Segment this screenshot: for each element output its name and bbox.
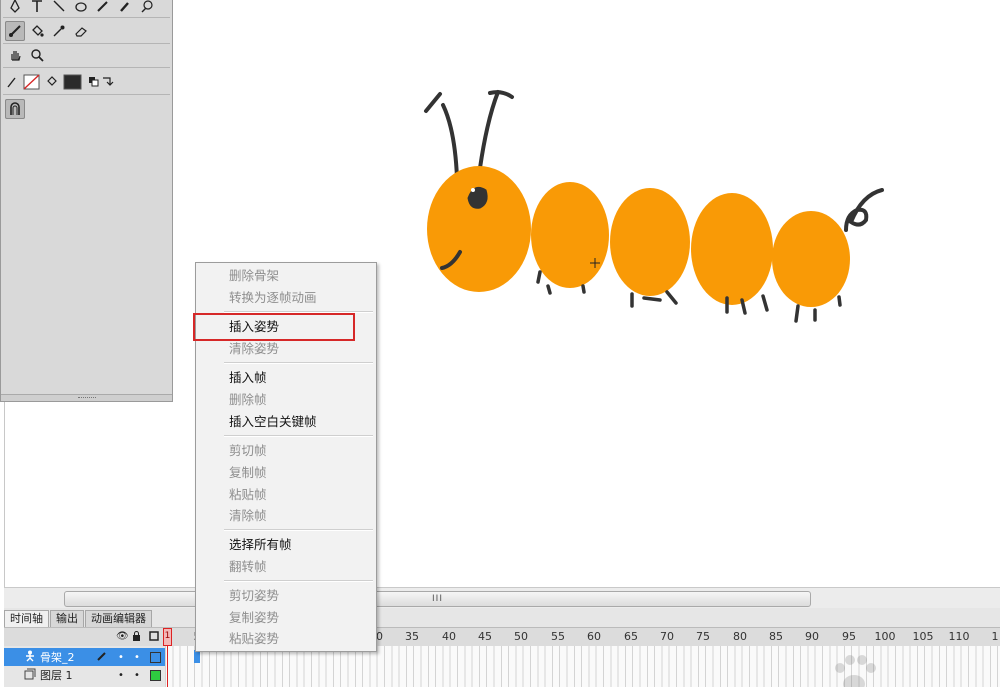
layer-color-swatch[interactable] xyxy=(150,651,161,663)
armature-layer-icon xyxy=(24,650,36,665)
frame-number: 75 xyxy=(696,630,710,643)
stage-canvas[interactable] xyxy=(0,0,1000,590)
menu-separator xyxy=(224,580,373,582)
frame-number: 85 xyxy=(769,630,783,643)
caterpillar-body xyxy=(427,166,850,307)
frame-number: 110 xyxy=(948,630,970,643)
menu-item[interactable]: 清除帧 xyxy=(229,507,267,525)
layer-name: 骨架_2 xyxy=(40,651,75,664)
frame-number: 65 xyxy=(624,630,638,643)
layer-row[interactable]: 图层 1 • • xyxy=(4,666,165,684)
playhead-line xyxy=(167,645,168,687)
menu-item[interactable]: 剪切帧 xyxy=(229,442,267,460)
frame-number: 55 xyxy=(551,630,565,643)
eye-icon[interactable]: 👁 xyxy=(116,631,129,642)
frame-number: 40 xyxy=(442,630,456,643)
menu-item[interactable]: 插入空白关键帧 xyxy=(229,413,317,431)
lock-dot[interactable]: • xyxy=(134,652,140,663)
menu-item[interactable]: 复制姿势 xyxy=(229,609,279,627)
frame-number: 60 xyxy=(587,630,601,643)
caterpillar-segment xyxy=(531,182,609,288)
frame-number: 95 xyxy=(842,630,856,643)
frame-number: 90 xyxy=(805,630,819,643)
scrollbar-thumb[interactable]: III xyxy=(64,591,811,607)
layer-icon xyxy=(24,668,36,683)
frame-number: 80 xyxy=(733,630,747,643)
frame-number: 70 xyxy=(660,630,674,643)
menu-item[interactable]: 粘贴帧 xyxy=(229,486,267,504)
frame-number: 45 xyxy=(478,630,492,643)
menu-item[interactable]: 插入帧 xyxy=(229,369,267,387)
menu-item[interactable]: 删除骨架 xyxy=(229,267,279,285)
tab-motion-editor[interactable]: 动画编辑器 xyxy=(85,610,152,627)
scrollbar-grip-label: III xyxy=(432,594,443,604)
menu-separator xyxy=(224,529,373,531)
menu-separator xyxy=(224,362,373,364)
menu-separator xyxy=(224,435,373,437)
menu-item[interactable]: 转换为逐帧动画 xyxy=(229,289,317,307)
lock-dot[interactable]: • xyxy=(134,670,140,681)
menu-item[interactable]: 复制帧 xyxy=(229,464,267,482)
pencil-edit-icon xyxy=(97,651,107,664)
layer-name: 图层 1 xyxy=(40,669,73,682)
caterpillar-tail xyxy=(844,188,884,232)
caterpillar-segment xyxy=(691,193,773,305)
caterpillar-segment xyxy=(772,211,850,307)
visibility-dot[interactable]: • xyxy=(118,652,124,663)
playhead[interactable]: 1 xyxy=(163,628,172,646)
frame-number: 1 xyxy=(991,630,999,643)
menu-item[interactable]: 翻转帧 xyxy=(229,558,267,576)
menu-item[interactable]: 删除帧 xyxy=(229,391,267,409)
stage-horizontal-scrollbar[interactable]: III xyxy=(4,587,1000,610)
frame-number: 100 xyxy=(874,630,896,643)
menu-item[interactable]: 剪切姿势 xyxy=(229,587,279,605)
lock-icon[interactable] xyxy=(132,631,141,644)
tab-timeline[interactable]: 时间轴 xyxy=(4,610,49,627)
tab-output[interactable]: 输出 xyxy=(50,610,84,627)
frame-number: 105 xyxy=(912,630,934,643)
menu-item[interactable]: 粘贴姿势 xyxy=(229,630,279,648)
caterpillar-head xyxy=(427,166,531,292)
outline-icon[interactable] xyxy=(149,631,159,644)
frame-number: 50 xyxy=(514,630,528,643)
frame-number: 35 xyxy=(405,630,419,643)
caterpillar-antennae xyxy=(424,90,514,180)
highlight-annotation xyxy=(193,313,355,341)
layer-color-swatch[interactable] xyxy=(150,669,161,681)
visibility-dot[interactable]: • xyxy=(118,670,124,681)
caterpillar-segment xyxy=(610,188,690,296)
layer-row[interactable]: 骨架_2 • • xyxy=(4,648,165,666)
menu-item[interactable]: 选择所有帧 xyxy=(229,536,292,554)
timeline-tabs: 时间轴 输出 动画编辑器 xyxy=(4,610,153,627)
watermark-paw-icon xyxy=(835,655,876,687)
menu-item[interactable]: 清除姿势 xyxy=(229,340,279,358)
